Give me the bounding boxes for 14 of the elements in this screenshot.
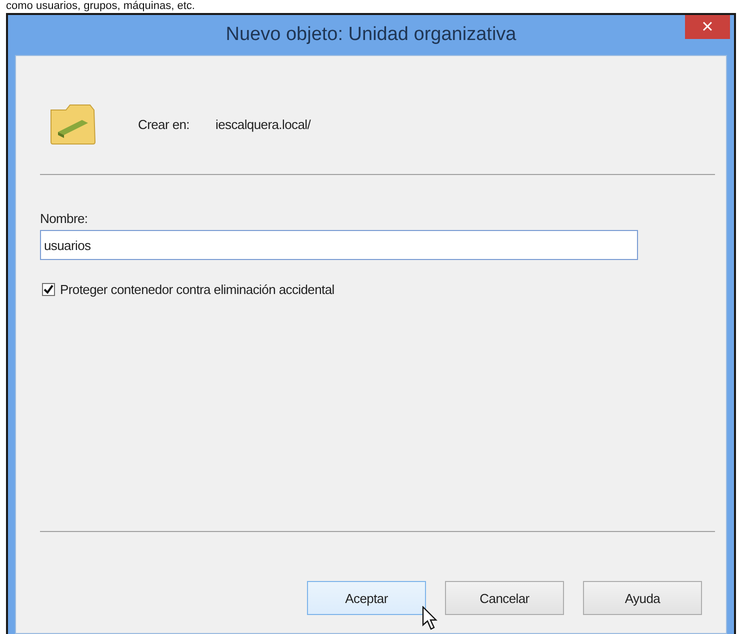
close-button[interactable]: × [685, 15, 730, 39]
window-title: Nuevo objeto: Unidad organizativa [226, 24, 516, 46]
create-in-path: iescalquera.local/ [216, 116, 311, 132]
folder-icon [48, 102, 98, 146]
cursor-icon [422, 606, 440, 632]
protect-label: Proteger contenedor contra eliminación accidental [60, 282, 334, 297]
name-input[interactable]: usuarios [40, 230, 638, 260]
dialog-button[interactable]: Aceptar [307, 581, 426, 615]
protect-checkbox[interactable] [42, 283, 55, 296]
dialog-button[interactable]: Ayuda [583, 581, 702, 615]
caption-text: como usuarios, grupos, máquinas, etc. [5, 0, 196, 13]
create-in-label: Crear en: [138, 116, 190, 132]
dialog-button[interactable]: Cancelar [445, 581, 564, 615]
name-label: Nombre: [40, 211, 89, 226]
